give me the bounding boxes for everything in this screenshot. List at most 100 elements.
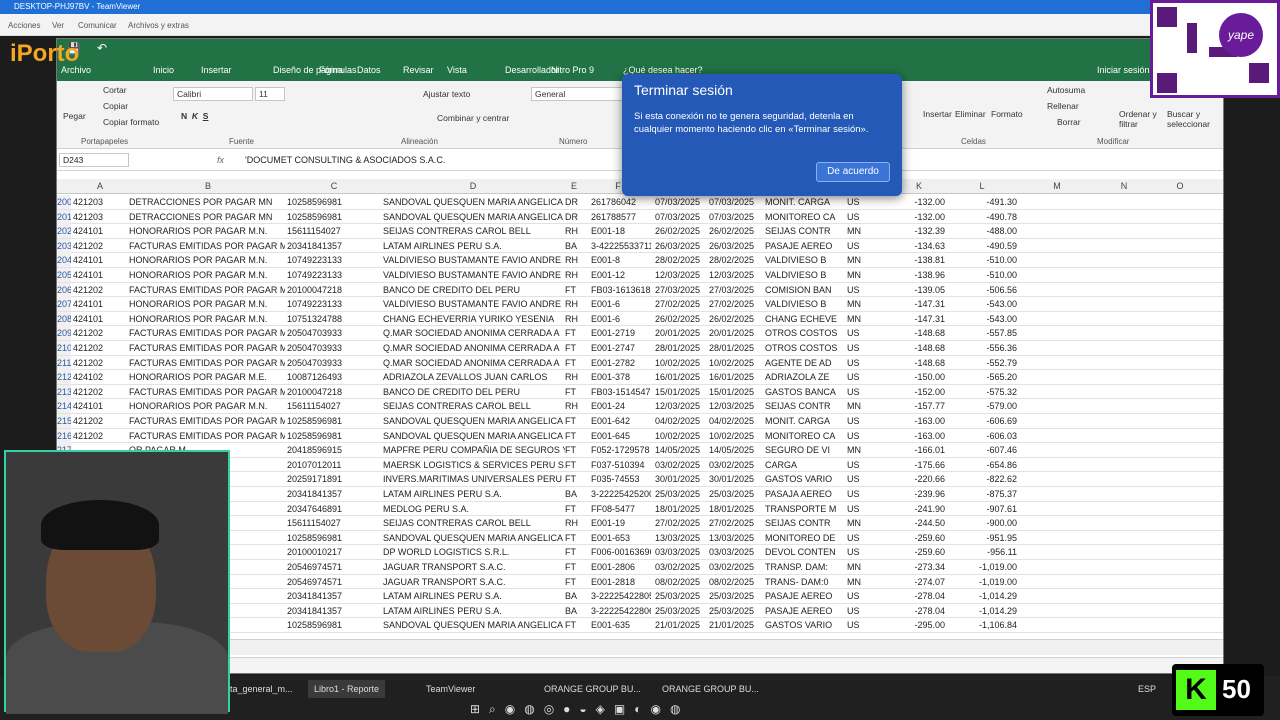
cell[interactable]: Q.MAR SOCIEDAD ANONIMA CERRADA A bbox=[383, 343, 565, 353]
cell[interactable]: 07/03/2025 bbox=[655, 197, 707, 207]
table-row[interactable]: 223OR PAGAR M10258596981SANDOVAL QUESQUE… bbox=[57, 530, 1223, 546]
cell[interactable]: SANDOVAL QUESQUEN MARIA ANGELICA bbox=[383, 197, 565, 207]
table-row[interactable]: 222AR M.N.15611154027SEIJAS CONTRERAS CA… bbox=[57, 516, 1223, 531]
cell[interactable]: FT bbox=[565, 562, 589, 572]
cell[interactable]: -150.00 bbox=[893, 372, 945, 382]
taskbar-item[interactable]: ta_general_m... bbox=[230, 680, 293, 698]
cell[interactable]: SEIJAS CONTRERAS CAROL BELL bbox=[383, 401, 565, 411]
menu-archivos[interactable]: Archivos y extras bbox=[128, 21, 189, 30]
table-row[interactable]: 206 421202 FACTURAS EMITIDAS POR PAGAR M 20… bbox=[57, 282, 1223, 298]
menu-comunicar[interactable]: Comunicar bbox=[78, 21, 117, 30]
cell[interactable]: -654.86 bbox=[945, 460, 1017, 470]
cell[interactable]: -875.37 bbox=[945, 489, 1017, 499]
cell[interactable]: FT bbox=[565, 328, 589, 338]
cell[interactable]: F052-1729578 bbox=[591, 445, 651, 455]
cell[interactable]: 421203 bbox=[73, 197, 127, 207]
cell[interactable]: E001-2782 bbox=[591, 358, 651, 368]
sheet-grid[interactable]: 200 421203 DETRACCIONES POR PAGAR MN 102585… bbox=[57, 195, 1223, 635]
cell[interactable]: FT bbox=[565, 431, 589, 441]
cell[interactable]: -244.50 bbox=[893, 518, 945, 528]
ribbon-tab[interactable]: Datos bbox=[357, 65, 381, 75]
cell[interactable]: 12/03/2025 bbox=[709, 401, 763, 411]
cell[interactable]: -139.05 bbox=[893, 285, 945, 295]
cell[interactable]: 10751324788 bbox=[287, 314, 381, 324]
cell[interactable]: 20100047218 bbox=[287, 387, 381, 397]
cell[interactable]: -259.60 bbox=[893, 547, 945, 557]
cell[interactable]: GASTOS BANCA bbox=[765, 387, 845, 397]
cell[interactable]: PASAJE AEREO bbox=[765, 591, 845, 601]
cell[interactable]: 25/03/2025 bbox=[709, 606, 763, 616]
cell[interactable]: SANDOVAL QUESQUEN MARIA ANGELICA bbox=[383, 416, 565, 426]
cell[interactable]: -175.66 bbox=[893, 460, 945, 470]
cell[interactable]: FT bbox=[565, 358, 589, 368]
column-header[interactable]: A bbox=[71, 181, 129, 191]
cell[interactable]: -543.00 bbox=[945, 299, 1017, 309]
cell[interactable]: 25/03/2025 bbox=[655, 489, 707, 499]
cell[interactable]: MONITOREO DE bbox=[765, 533, 845, 543]
cell[interactable]: 08/02/2025 bbox=[709, 577, 763, 587]
cell[interactable]: LATAM AIRLINES PERU S.A. bbox=[383, 489, 565, 499]
cell[interactable]: 424101 bbox=[73, 401, 127, 411]
row-number[interactable]: 206 bbox=[57, 282, 71, 297]
cell[interactable]: 20504703933 bbox=[287, 328, 381, 338]
cell[interactable]: E001-2806 bbox=[591, 562, 651, 572]
cell[interactable]: AGENTE DE AD bbox=[765, 358, 845, 368]
cell[interactable]: RH bbox=[565, 270, 589, 280]
row-number[interactable]: 212 bbox=[57, 370, 71, 385]
column-header[interactable]: O bbox=[1153, 181, 1207, 191]
cell[interactable]: FB03-1514547 bbox=[591, 387, 651, 397]
cell[interactable]: 15611154027 bbox=[287, 226, 381, 236]
cell[interactable]: 10258596981 bbox=[287, 533, 381, 543]
ribbon-tab[interactable]: Revisar bbox=[403, 65, 434, 75]
cell[interactable]: E001-8 bbox=[591, 255, 651, 265]
cell[interactable]: 20/01/2025 bbox=[655, 328, 707, 338]
cell[interactable]: 14/05/2025 bbox=[655, 445, 707, 455]
cell[interactable]: 20100010217 bbox=[287, 547, 381, 557]
cell[interactable]: ADRIAZOLA ZE bbox=[765, 372, 845, 382]
bold-button[interactable]: N K S bbox=[181, 111, 208, 121]
cell[interactable]: 21/01/2025 bbox=[709, 620, 763, 630]
cell[interactable]: E001-2747 bbox=[591, 343, 651, 353]
cell[interactable]: 20259171891 bbox=[287, 474, 381, 484]
delete-cells-button[interactable]: Eliminar bbox=[955, 109, 986, 119]
cell[interactable]: US bbox=[847, 606, 887, 616]
table-row[interactable]: 215 421202 FACTURAS EMITIDAS POR PAGAR M 10… bbox=[57, 414, 1223, 429]
cell[interactable]: MN bbox=[847, 299, 887, 309]
cell[interactable]: 20/01/2025 bbox=[709, 328, 763, 338]
merge-center-button[interactable]: Combinar y centrar bbox=[437, 113, 509, 123]
menu-acciones[interactable]: Acciones bbox=[8, 21, 40, 30]
row-number[interactable]: 211 bbox=[57, 355, 71, 370]
cell[interactable]: 10/02/2025 bbox=[709, 358, 763, 368]
cell[interactable]: CHANG ECHEVE bbox=[765, 314, 845, 324]
cell[interactable]: 10/02/2025 bbox=[709, 431, 763, 441]
taskbar-item-orange-1[interactable]: ORANGE GROUP BU... bbox=[544, 680, 641, 698]
autosum-button[interactable]: Autosuma bbox=[1047, 85, 1085, 95]
cell[interactable]: -241.90 bbox=[893, 504, 945, 514]
cell[interactable]: FT bbox=[565, 533, 589, 543]
find-select-button[interactable]: Buscar y seleccionar bbox=[1167, 109, 1217, 129]
cell[interactable]: 20546974571 bbox=[287, 577, 381, 587]
cell[interactable]: -220.66 bbox=[893, 474, 945, 484]
ribbon-tab[interactable]: Nitro Pro 9 bbox=[551, 65, 594, 75]
ribbon-tab[interactable]: Insertar bbox=[201, 65, 232, 75]
table-row[interactable]: 229OR PAGAR M10258596981SANDOVAL QUESQUE… bbox=[57, 618, 1223, 633]
cell[interactable]: MN bbox=[847, 270, 887, 280]
cell[interactable]: -506.56 bbox=[945, 285, 1017, 295]
cell[interactable]: 12/03/2025 bbox=[655, 270, 707, 280]
cell[interactable]: RH bbox=[565, 372, 589, 382]
cell[interactable]: 15/01/2025 bbox=[709, 387, 763, 397]
cell[interactable]: 20341841357 bbox=[287, 241, 381, 251]
cell[interactable]: 421202 bbox=[73, 358, 127, 368]
cell[interactable]: -490.78 bbox=[945, 212, 1017, 222]
cell[interactable]: -606.03 bbox=[945, 431, 1017, 441]
cell[interactable]: 15611154027 bbox=[287, 518, 381, 528]
ok-button[interactable]: De acuerdo bbox=[816, 162, 890, 182]
cell[interactable]: MN bbox=[847, 562, 887, 572]
table-row[interactable]: 219OR PAGAR M20259171891INVERS.MARITIMAS… bbox=[57, 472, 1223, 487]
table-row[interactable]: 224OR PAGAR M20100010217DP WORLD LOGISTI… bbox=[57, 545, 1223, 560]
cell[interactable]: US bbox=[847, 547, 887, 557]
cell[interactable]: 424101 bbox=[73, 270, 127, 280]
cell[interactable]: 21/01/2025 bbox=[655, 620, 707, 630]
cell[interactable]: COMISION BAN bbox=[765, 285, 845, 295]
cell[interactable]: -138.96 bbox=[893, 270, 945, 280]
